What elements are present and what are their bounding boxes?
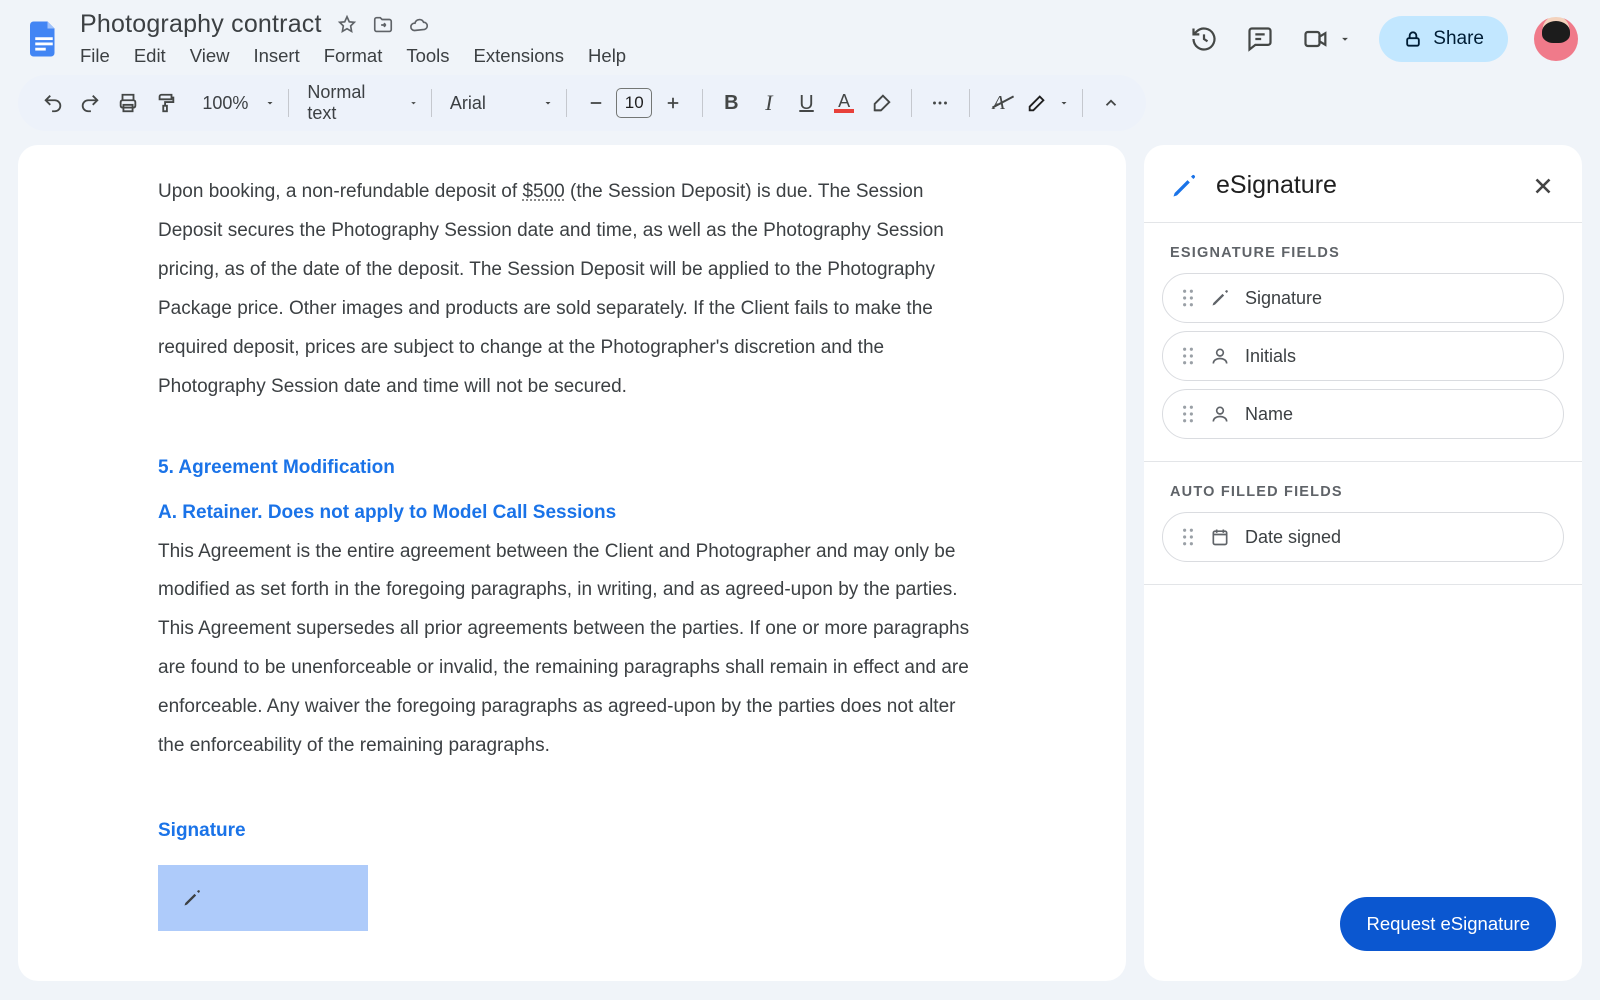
zoom-select[interactable]: 100% (196, 93, 276, 114)
styles-select[interactable]: Normal text (301, 82, 419, 124)
toolbar: 100% Normal text Arial 10 B I U A A (18, 75, 1146, 131)
signature-field-placeholder[interactable] (158, 865, 368, 931)
font-size-input[interactable]: 10 (616, 88, 652, 118)
pencil-icon (1026, 92, 1048, 114)
field-name[interactable]: Name (1162, 389, 1564, 439)
field-label: Initials (1245, 346, 1296, 367)
document-canvas[interactable]: Upon booking, a non-refundable deposit o… (18, 145, 1126, 981)
underline-button[interactable]: U (790, 85, 824, 121)
italic-button[interactable]: I (752, 85, 786, 121)
paragraph-deposit[interactable]: Upon booking, a non-refundable deposit o… (158, 173, 986, 407)
sidebar-title: eSignature (1216, 171, 1512, 200)
section-5-heading[interactable]: 5. Agreement Modification (158, 449, 986, 488)
close-sidebar-button[interactable] (1530, 173, 1556, 199)
editing-mode-select[interactable] (1026, 92, 1070, 114)
menu-file[interactable]: File (80, 45, 110, 67)
account-avatar[interactable] (1534, 17, 1578, 61)
signature-pen-icon (1209, 288, 1231, 308)
menu-help[interactable]: Help (588, 45, 626, 67)
drag-handle-icon (1181, 289, 1195, 307)
star-icon[interactable] (336, 14, 358, 36)
drag-handle-icon (1181, 528, 1195, 546)
field-initials[interactable]: Initials (1162, 331, 1564, 381)
document-title[interactable]: Photography contract (80, 10, 322, 39)
menu-bar: File Edit View Insert Format Tools Exten… (80, 39, 1189, 67)
esig-fields-heading: ESIGNATURE FIELDS (1144, 223, 1582, 273)
deposit-amount: $500 (522, 181, 564, 202)
menu-insert[interactable]: Insert (253, 45, 299, 67)
zoom-value: 100% (196, 93, 254, 114)
bold-button[interactable]: B (715, 85, 749, 121)
clear-format-button[interactable]: A (982, 85, 1016, 121)
menu-edit[interactable]: Edit (134, 45, 166, 67)
font-select[interactable]: Arial (444, 93, 554, 114)
field-label: Name (1245, 404, 1293, 425)
signature-label[interactable]: Signature (158, 812, 986, 851)
signature-pen-icon (1170, 172, 1198, 200)
title-bar: Photography contract File Edit View Inse… (0, 0, 1600, 69)
font-value: Arial (444, 93, 492, 114)
field-signature[interactable]: Signature (1162, 273, 1564, 323)
field-label: Signature (1245, 288, 1322, 309)
move-to-folder-icon[interactable] (372, 14, 394, 36)
request-esignature-button[interactable]: Request eSignature (1340, 897, 1556, 951)
signature-pen-icon (182, 888, 202, 908)
meet-dropdown-icon[interactable] (1337, 24, 1353, 54)
chevron-down-icon (542, 97, 554, 109)
chevron-down-icon (1058, 97, 1070, 109)
person-icon (1209, 346, 1231, 366)
auto-fields-heading: AUTO FILLED FIELDS (1144, 462, 1582, 512)
cloud-status-icon[interactable] (408, 14, 430, 36)
drag-handle-icon (1181, 347, 1195, 365)
esignature-sidebar: eSignature ESIGNATURE FIELDS Signature I… (1144, 145, 1582, 981)
highlight-button[interactable] (865, 85, 899, 121)
text-color-button[interactable]: A (827, 85, 861, 121)
person-icon (1209, 404, 1231, 424)
calendar-icon (1209, 527, 1231, 547)
collapse-toolbar-button[interactable] (1095, 85, 1129, 121)
docs-logo-icon[interactable] (18, 13, 70, 65)
field-date-signed[interactable]: Date signed (1162, 512, 1564, 562)
lock-icon (1403, 29, 1423, 49)
section-5a-heading[interactable]: A. Retainer. Does not apply to Model Cal… (158, 494, 986, 533)
share-label: Share (1433, 28, 1484, 50)
print-button[interactable] (111, 85, 145, 121)
chevron-down-icon (408, 97, 419, 109)
meet-icon[interactable] (1301, 24, 1331, 54)
menu-extensions[interactable]: Extensions (474, 45, 565, 67)
comments-icon[interactable] (1245, 24, 1275, 54)
styles-value: Normal text (301, 82, 398, 124)
menu-format[interactable]: Format (324, 45, 383, 67)
decrease-font-button[interactable] (579, 85, 613, 121)
text: Upon booking, a non-refundable deposit o… (158, 181, 522, 202)
field-label: Date signed (1245, 527, 1341, 548)
chevron-down-icon (264, 97, 276, 109)
increase-font-button[interactable] (656, 85, 690, 121)
menu-view[interactable]: View (190, 45, 230, 67)
paint-format-button[interactable] (149, 85, 183, 121)
undo-button[interactable] (36, 85, 70, 121)
history-icon[interactable] (1189, 24, 1219, 54)
drag-handle-icon (1181, 405, 1195, 423)
text: (the Session Deposit) is due. The Sessio… (158, 181, 944, 397)
share-button[interactable]: Share (1379, 16, 1508, 62)
redo-button[interactable] (74, 85, 108, 121)
menu-tools[interactable]: Tools (406, 45, 449, 67)
paragraph-agreement[interactable]: This Agreement is the entire agreement b… (158, 533, 986, 767)
more-button[interactable] (923, 85, 957, 121)
